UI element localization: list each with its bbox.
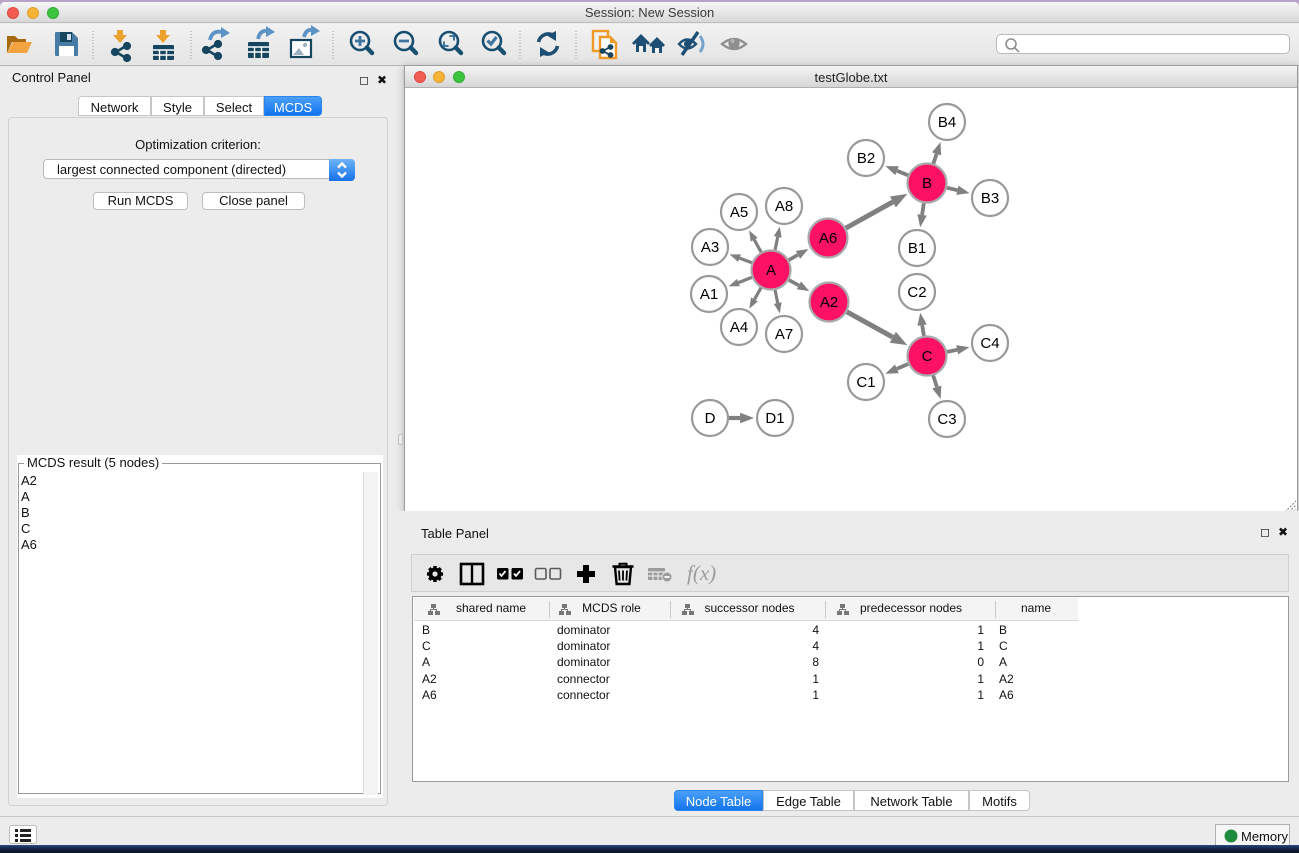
svg-text:C: C <box>922 348 933 365</box>
svg-text:B1: B1 <box>908 240 926 257</box>
svg-text:A2: A2 <box>820 294 838 311</box>
svg-text:A6: A6 <box>819 230 837 247</box>
svg-text:B2: B2 <box>857 150 875 167</box>
svg-text:A1: A1 <box>700 286 718 303</box>
svg-text:A7: A7 <box>775 326 793 343</box>
svg-text:A: A <box>766 262 776 279</box>
svg-text:C2: C2 <box>907 284 926 301</box>
svg-text:f(x): f(x) <box>687 561 716 585</box>
svg-text:B4: B4 <box>938 114 956 131</box>
svg-text:A4: A4 <box>730 319 748 336</box>
svg-text:C4: C4 <box>980 335 999 352</box>
svg-text:B: B <box>922 175 932 192</box>
svg-text:A8: A8 <box>775 198 793 215</box>
svg-text:A5: A5 <box>730 204 748 221</box>
svg-text:D: D <box>705 410 716 427</box>
svg-text:C3: C3 <box>937 411 956 428</box>
svg-text:A3: A3 <box>701 239 719 256</box>
svg-text:B3: B3 <box>981 190 999 207</box>
svg-text:D1: D1 <box>765 410 784 427</box>
svg-text:C1: C1 <box>856 374 875 391</box>
